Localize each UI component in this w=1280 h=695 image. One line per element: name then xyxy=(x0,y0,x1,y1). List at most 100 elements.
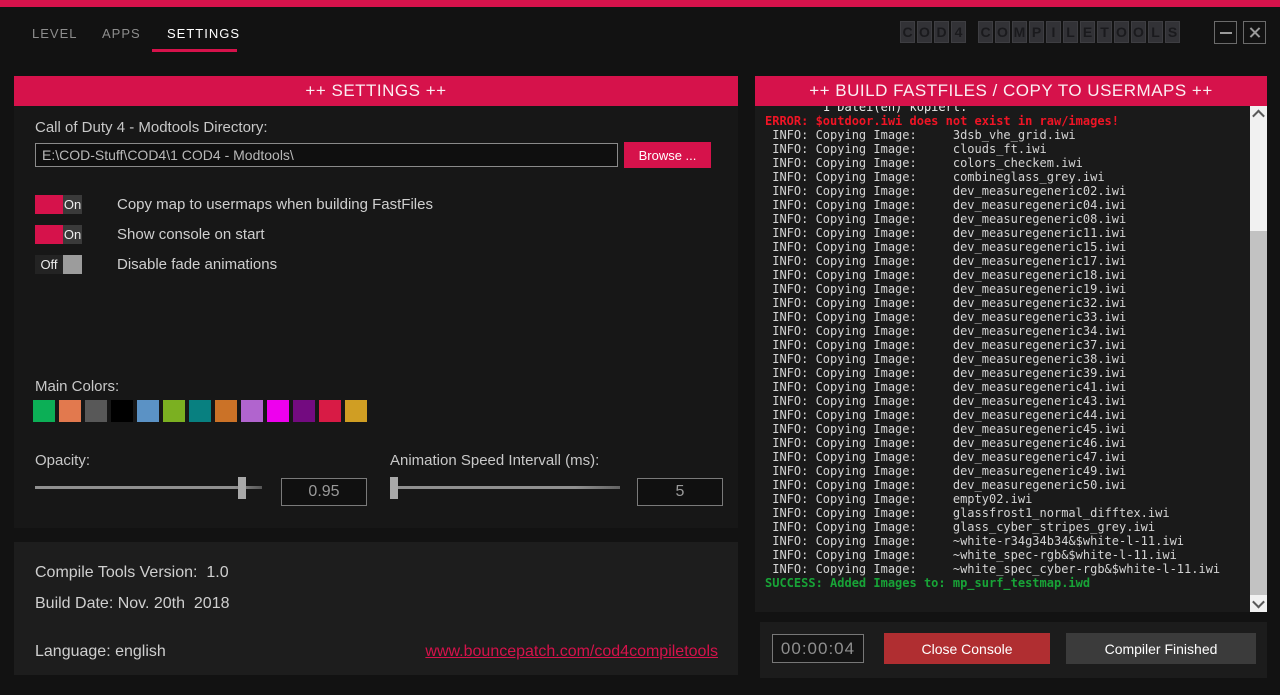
console-line: INFO: Copying Image: dev_measuregeneric4… xyxy=(765,436,1250,450)
animation-speed-slider-track[interactable] xyxy=(396,486,620,489)
title-letter: O xyxy=(1131,21,1146,43)
console-line: INFO: Copying Image: dev_measuregeneric0… xyxy=(765,198,1250,212)
toggle-row: Off Disable fade animations xyxy=(35,254,433,274)
color-swatch[interactable] xyxy=(137,400,159,422)
close-icon xyxy=(1248,26,1261,39)
scrollbar-down-button[interactable] xyxy=(1250,595,1267,612)
chevron-down-icon xyxy=(1252,596,1265,609)
title-letter: O xyxy=(995,21,1010,43)
title-letter: O xyxy=(917,21,932,43)
color-swatch[interactable] xyxy=(267,400,289,422)
opacity-slider[interactable] xyxy=(35,476,262,500)
console-line: INFO: Copying Image: dev_measuregeneric3… xyxy=(765,338,1250,352)
console-line: INFO: Copying Image: dev_measuregeneric1… xyxy=(765,268,1250,282)
animation-speed-value-field[interactable]: 5 xyxy=(637,478,723,506)
console-line: INFO: Copying Image: dev_measuregeneric4… xyxy=(765,422,1250,436)
animation-speed-slider[interactable] xyxy=(390,476,620,500)
opacity-slider-handle[interactable] xyxy=(238,477,246,499)
console-line: INFO: Copying Image: dev_measuregeneric0… xyxy=(765,212,1250,226)
console-line: INFO: Copying Image: dev_measuregeneric1… xyxy=(765,254,1250,268)
color-swatch[interactable] xyxy=(85,400,107,422)
console-line: SUCCESS: Added Images to: mp_surf_testma… xyxy=(765,576,1250,590)
console-line: INFO: Copying Image: dev_measuregeneric4… xyxy=(765,464,1250,478)
active-tab-underline xyxy=(152,49,237,52)
minimize-button[interactable] xyxy=(1214,21,1237,44)
compiler-status-button[interactable]: Compiler Finished xyxy=(1066,633,1256,664)
tab-level[interactable]: LEVEL xyxy=(32,26,77,41)
app-window: LEVEL APPS SETTINGS COD4COMPILETOOLS ++ … xyxy=(0,0,1280,695)
toggle-row: On Copy map to usermaps when building Fas… xyxy=(35,194,433,214)
tab-settings[interactable]: SETTINGS xyxy=(167,26,240,41)
close-button[interactable] xyxy=(1243,21,1266,44)
color-swatch[interactable] xyxy=(59,400,81,422)
opacity-value-field[interactable]: 0.95 xyxy=(281,478,367,506)
build-date-text: Build Date: Nov. 20th 2018 xyxy=(35,595,230,613)
console-line: INFO: Copying Image: dev_measuregeneric3… xyxy=(765,352,1250,366)
console-line: INFO: Copying Image: dev_measuregeneric4… xyxy=(765,450,1250,464)
console-panel-header: ++ BUILD FASTFILES / COPY TO USERMAPS ++ xyxy=(755,76,1267,106)
console-line: INFO: Copying Image: 3dsb_vhe_grid.iwi xyxy=(765,128,1250,142)
console-line: INFO: Copying Image: ~white_spec_cyber-r… xyxy=(765,562,1250,576)
version-text: Compile Tools Version: 1.0 xyxy=(35,564,229,582)
about-box: Compile Tools Version: 1.0 Build Date: N… xyxy=(14,542,738,675)
color-swatch[interactable] xyxy=(189,400,211,422)
opacity-slider-track[interactable] xyxy=(35,486,262,489)
toggle-list: On Copy map to usermaps when building Fas… xyxy=(35,194,433,284)
console-line: 1 Datei(en) kopiert. xyxy=(765,106,1250,114)
scrollbar-thumb[interactable] xyxy=(1250,231,1267,595)
browse-button[interactable]: Browse ... xyxy=(624,142,711,168)
console-line: INFO: Copying Image: clouds_ft.iwi xyxy=(765,142,1250,156)
compile-timer: 00:00:04 xyxy=(772,634,864,663)
toggle-label: Copy map to usermaps when building FastF… xyxy=(117,196,433,213)
chevron-up-icon xyxy=(1252,110,1265,123)
settings-panel-header: ++ SETTINGS ++ xyxy=(14,76,738,106)
main-colors-label: Main Colors: xyxy=(35,378,119,395)
console-line: INFO: Copying Image: dev_measuregeneric4… xyxy=(765,380,1250,394)
console-line: INFO: Copying Image: glass_cyber_stripes… xyxy=(765,520,1250,534)
toggle-switch[interactable]: On xyxy=(35,225,82,244)
close-console-button[interactable]: Close Console xyxy=(884,633,1050,664)
settings-panel: Call of Duty 4 - Modtools Directory: Bro… xyxy=(14,106,738,528)
top-accent-strip xyxy=(0,0,1280,7)
website-link[interactable]: www.bouncepatch.com/cod4compiletools xyxy=(425,643,718,661)
title-letter: T xyxy=(1097,21,1112,43)
color-swatch[interactable] xyxy=(345,400,367,422)
console-line: INFO: Copying Image: dev_measuregeneric1… xyxy=(765,240,1250,254)
console-controls: 00:00:04 Close Console Compiler Finished xyxy=(760,622,1267,678)
color-swatch[interactable] xyxy=(111,400,133,422)
title-letter: E xyxy=(1080,21,1095,43)
title-letter: C xyxy=(978,21,993,43)
color-swatch[interactable] xyxy=(215,400,237,422)
title-letter: I xyxy=(1046,21,1061,43)
console-line: INFO: Copying Image: dev_measuregeneric1… xyxy=(765,282,1250,296)
console-line: INFO: Copying Image: empty02.iwi xyxy=(765,492,1250,506)
color-swatch[interactable] xyxy=(163,400,185,422)
language-text: Language: english xyxy=(35,643,166,661)
color-swatch[interactable] xyxy=(33,400,55,422)
color-swatch[interactable] xyxy=(293,400,315,422)
console-line: INFO: Copying Image: dev_measuregeneric3… xyxy=(765,296,1250,310)
modtools-directory-label: Call of Duty 4 - Modtools Directory: xyxy=(35,119,268,136)
console-line: INFO: Copying Image: dev_measuregeneric1… xyxy=(765,226,1250,240)
app-title: COD4COMPILETOOLS xyxy=(900,21,1180,43)
console-line: INFO: Copying Image: dev_measuregeneric3… xyxy=(765,310,1250,324)
title-letter: L xyxy=(1148,21,1163,43)
toggle-switch[interactable]: Off xyxy=(35,255,82,274)
console-line: INFO: Copying Image: dev_measuregeneric3… xyxy=(765,324,1250,338)
opacity-label: Opacity: xyxy=(35,452,90,469)
animation-speed-slider-handle[interactable] xyxy=(390,477,398,499)
color-swatch[interactable] xyxy=(319,400,341,422)
tab-apps[interactable]: APPS xyxy=(102,26,141,41)
toggle-switch[interactable]: On xyxy=(35,195,82,214)
toggle-row: OnShow console on start xyxy=(35,224,433,244)
animation-speed-label: Animation Speed Intervall (ms): xyxy=(390,452,599,469)
title-letter: O xyxy=(1114,21,1129,43)
minimize-icon xyxy=(1220,32,1232,34)
toggle-label: Disable fade animations xyxy=(117,256,277,273)
console-line: INFO: Copying Image: dev_measuregeneric4… xyxy=(765,394,1250,408)
modtools-directory-input[interactable] xyxy=(35,143,618,167)
scrollbar-up-button[interactable] xyxy=(1250,106,1267,123)
console-scrollbar[interactable] xyxy=(1250,106,1267,612)
color-swatch[interactable] xyxy=(241,400,263,422)
console-line: INFO: Copying Image: dev_measuregeneric5… xyxy=(765,478,1250,492)
